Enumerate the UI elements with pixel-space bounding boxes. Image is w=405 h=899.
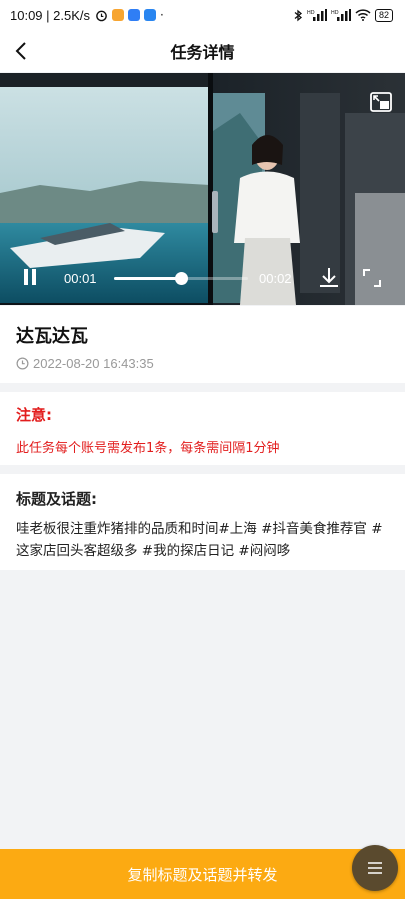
svg-text:HD: HD: [307, 10, 315, 16]
system-icons: HD HD 82: [294, 8, 393, 22]
bluetooth-icon: [294, 9, 302, 21]
video-player[interactable]: 00:01 00:02: [0, 73, 405, 305]
video-frame: [0, 73, 405, 305]
notice-card: 注意: 此任务每个账号需发布1条，每条需间隔1分钟: [0, 392, 405, 465]
created-time-text: 2022-08-20 16:43:35: [33, 356, 154, 371]
signal-hd-icon: HD: [307, 9, 327, 21]
time-text: 10:09: [10, 7, 43, 23]
clock-icon: [16, 357, 29, 370]
progress-slider[interactable]: [114, 272, 248, 285]
fullscreen-icon[interactable]: [362, 268, 382, 288]
status-bar: 10:09 | 2.5K/s · HD HD 82: [0, 0, 405, 30]
progress-knob[interactable]: [174, 272, 188, 285]
notification-icons: ·: [95, 8, 164, 22]
menu-icon: [368, 862, 382, 874]
progress-fill: [114, 277, 181, 280]
notice-title: 注意:: [16, 406, 52, 424]
task-created-time: 2022-08-20 16:43:35: [16, 356, 154, 371]
topics-text: 哇老板很注重炸猪排的品质和时间#上海 #抖音美食推荐官 #这家店回头客超级多 #…: [16, 521, 383, 559]
chevron-left-icon[interactable]: [10, 38, 34, 64]
floating-menu-button[interactable]: [352, 845, 398, 891]
pause-icon[interactable]: [22, 268, 38, 286]
dot-icon: ·: [160, 8, 164, 22]
topics-card: 标题及话题: 哇老板很注重炸猪排的品质和时间#上海 #抖音美食推荐官 #这家店回…: [0, 474, 405, 570]
topics-title: 标题及话题:: [16, 490, 97, 508]
download-icon[interactable]: [318, 266, 340, 288]
alarm-icon: [96, 10, 107, 21]
signal-hd-icon: HD: [331, 9, 351, 21]
copy-and-forward-label: 复制标题及话题并转发: [127, 865, 278, 884]
network-speed: 2.5K/s: [53, 7, 91, 23]
nav-bar: 任务详情: [0, 30, 405, 72]
task-name: 达瓦达瓦: [16, 326, 88, 347]
page-title: 任务详情: [170, 43, 235, 62]
status-time: 10:09 | 2.5K/s: [10, 7, 91, 23]
copy-and-forward-button[interactable]: 复制标题及话题并转发: [0, 849, 405, 899]
app-icon-alipay: [144, 9, 157, 21]
task-info-card: 达瓦达瓦 2022-08-20 16:43:35: [0, 306, 405, 383]
current-time: 00:01: [64, 271, 97, 286]
notice-text: 此任务每个账号需发布1条，每条需间隔1分钟: [16, 441, 280, 456]
duration: 00:02: [259, 271, 292, 286]
app-icon-orange: [112, 9, 125, 21]
svg-text:HD: HD: [331, 10, 339, 16]
wifi-icon: [355, 9, 371, 21]
picture-in-picture-icon[interactable]: [369, 91, 393, 113]
app-icon-blue: [128, 9, 141, 21]
battery-icon: 82: [374, 8, 393, 22]
